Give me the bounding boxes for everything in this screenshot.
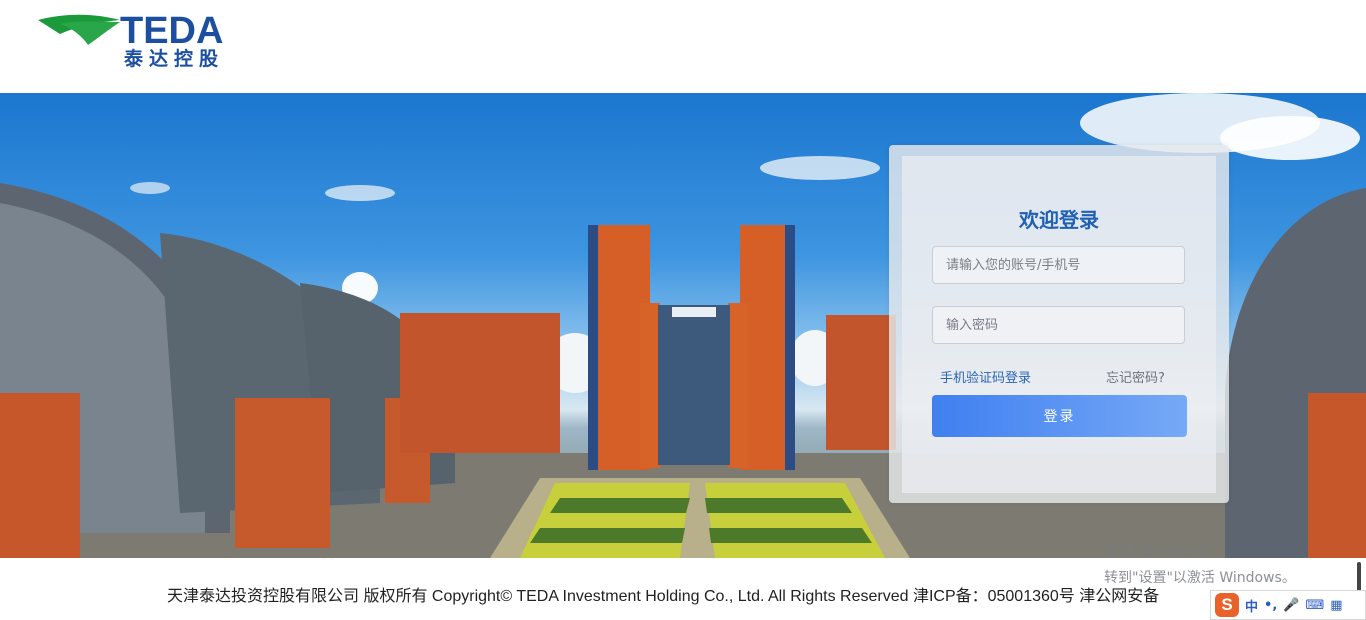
ime-microphone-icon[interactable]: 🎤 — [1283, 598, 1299, 613]
windows-activation-watermark-title: 激活 Windows — [1104, 542, 1206, 560]
ime-toolbar[interactable]: S 中 •, 🎤 ⌨ ▦ — [1210, 590, 1366, 620]
teda-logo[interactable]: TEDA 泰达控股 — [38, 10, 258, 72]
ime-mode-toggle[interactable]: 中 — [1245, 596, 1258, 615]
login-panel: 欢迎登录 手机验证码登录 忘记密码? 登录 — [889, 145, 1229, 503]
sms-login-link[interactable]: 手机验证码登录 — [940, 367, 1031, 386]
leaf-logo-icon — [38, 14, 120, 45]
ime-grid-icon[interactable]: ▦ — [1330, 598, 1342, 613]
login-title: 欢迎登录 — [1019, 208, 1099, 232]
ime-keyboard-icon[interactable]: ⌨ — [1305, 598, 1324, 613]
footer-copyright: 天津泰达投资控股有限公司 版权所有 Copyright© TEDA Invest… — [167, 588, 1160, 605]
windows-activation-watermark-hint: 转到"设置"以激活 Windows。 — [1104, 570, 1296, 586]
logo-text-cn: 泰达控股 — [124, 48, 225, 70]
ime-punctuation-icon[interactable]: •, — [1264, 598, 1277, 613]
sogou-ime-icon[interactable]: S — [1215, 593, 1239, 617]
password-input[interactable] — [932, 306, 1185, 344]
hero-banner: 欢迎登录 手机验证码登录 忘记密码? 登录 — [0, 93, 1366, 558]
header: TEDA 泰达控股 — [0, 0, 1366, 93]
account-input[interactable] — [932, 246, 1185, 284]
forgot-password-link[interactable]: 忘记密码? — [1106, 367, 1165, 386]
login-button[interactable]: 登录 — [932, 395, 1187, 437]
